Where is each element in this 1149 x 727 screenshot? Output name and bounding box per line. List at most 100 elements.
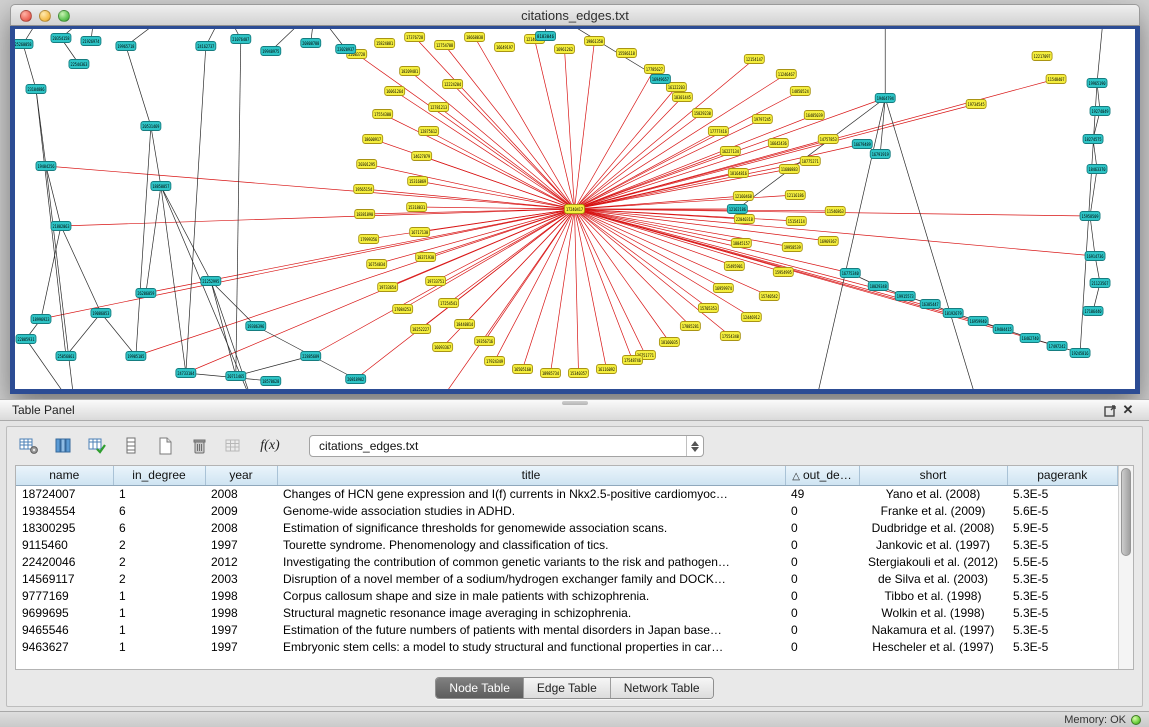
- graph-edge[interactable]: [356, 209, 575, 379]
- graph-node[interactable]: 18301445: [672, 93, 692, 102]
- graph-edge[interactable]: [186, 46, 206, 373]
- graph-edge[interactable]: [449, 209, 575, 303]
- graph-node[interactable]: 15824081: [375, 39, 395, 48]
- graph-node[interactable]: 19905105: [126, 352, 146, 361]
- graph-node[interactable]: 15705353: [698, 304, 718, 313]
- table-row[interactable]: 946362711997Embryonic stem cells: a mode…: [16, 638, 1118, 655]
- column-header-title[interactable]: title: [277, 466, 785, 485]
- graph-node[interactable]: 25260058: [15, 40, 33, 49]
- graph-node[interactable]: 19965190: [1087, 79, 1107, 88]
- graph-node[interactable]: 21252995: [201, 277, 221, 286]
- graph-node[interactable]: 20808788: [301, 39, 321, 48]
- graph-edge[interactable]: [885, 98, 979, 389]
- graph-node[interactable]: 18996923: [31, 315, 51, 324]
- graph-node[interactable]: 19948975: [261, 47, 281, 56]
- graph-node[interactable]: 17554300: [373, 110, 393, 119]
- table-row[interactable]: 1830029562008Estimation of significance …: [16, 519, 1118, 536]
- graph-edge[interactable]: [575, 209, 731, 336]
- graph-node[interactable]: 16959940: [968, 317, 988, 326]
- tab-network-table[interactable]: Network Table: [610, 678, 713, 698]
- graph-node[interactable]: 11548407: [1046, 75, 1066, 84]
- graph-edge[interactable]: [23, 44, 36, 89]
- graph-node[interactable]: 24162737: [196, 42, 216, 51]
- table-row[interactable]: 969969511998Structural magnetic resonanc…: [16, 604, 1118, 621]
- graph-edge[interactable]: [61, 209, 575, 226]
- graph-node[interactable]: 15954995: [773, 268, 793, 277]
- graph-node[interactable]: 17548746: [622, 356, 642, 365]
- graph-edge[interactable]: [146, 186, 161, 293]
- graph-node[interactable]: 19086053: [91, 309, 111, 318]
- graph-edge[interactable]: [1097, 29, 1104, 83]
- graph-node[interactable]: 17254541: [439, 299, 459, 308]
- graph-node[interactable]: 16949657: [650, 75, 670, 84]
- graph-node[interactable]: 16227134: [720, 147, 740, 156]
- graph-edge[interactable]: [46, 166, 575, 209]
- graph-edge[interactable]: [161, 186, 211, 281]
- graph-edge[interactable]: [475, 37, 575, 209]
- graph-edge[interactable]: [41, 226, 61, 319]
- graph-node[interactable]: 16717130: [410, 228, 430, 237]
- graph-edge[interactable]: [383, 114, 575, 209]
- panel-resize-handle[interactable]: [562, 401, 588, 405]
- graph-edge[interactable]: [211, 281, 236, 376]
- table-disabled-button[interactable]: [221, 435, 245, 457]
- new-table-button[interactable]: [153, 435, 177, 457]
- graph-node[interactable]: 17106440: [1083, 307, 1103, 316]
- tab-node-table[interactable]: Node Table: [436, 678, 523, 698]
- graph-node[interactable]: 17777416: [708, 127, 728, 136]
- graph-node[interactable]: 18775271: [800, 157, 820, 166]
- graph-node[interactable]: 18463370: [1087, 165, 1107, 174]
- graph-node[interactable]: 12754708: [435, 41, 455, 50]
- graph-node[interactable]: 11246467: [776, 70, 796, 79]
- graph-node[interactable]: 19861350: [584, 37, 604, 46]
- graph-node[interactable]: 19797245: [752, 115, 772, 124]
- graph-node[interactable]: 18985734: [541, 369, 561, 378]
- column-header-out-degree[interactable]: △out_de…: [785, 466, 859, 485]
- graph-node[interactable]: 17885281: [680, 322, 700, 331]
- graph-edge[interactable]: [126, 46, 151, 126]
- graph-node[interactable]: 19958539: [782, 243, 802, 252]
- graph-node[interactable]: 15495901: [724, 262, 744, 271]
- graph-edge[interactable]: [66, 313, 101, 356]
- graph-node[interactable]: 19565154: [354, 185, 374, 194]
- graph-node[interactable]: 12162186: [727, 205, 747, 214]
- graph-edge[interactable]: [575, 209, 670, 342]
- graph-node[interactable]: 16116092: [596, 365, 616, 374]
- graph-edge[interactable]: [236, 39, 241, 376]
- table-select[interactable]: citations_edges.txt: [309, 435, 704, 457]
- graph-node[interactable]: 20354158: [51, 34, 71, 43]
- graph-node[interactable]: 19306396: [246, 322, 266, 331]
- graph-node[interactable]: 19733751: [426, 277, 446, 286]
- graph-edge[interactable]: [575, 41, 595, 209]
- graph-node[interactable]: 18440814: [455, 320, 475, 329]
- graph-node[interactable]: 19245816: [1070, 349, 1090, 358]
- graph-node[interactable]: 16505160: [513, 365, 533, 374]
- graph-node[interactable]: 20531469: [141, 122, 161, 131]
- graph-node[interactable]: 18570628: [261, 377, 281, 386]
- graph-node[interactable]: 18252227: [411, 325, 431, 334]
- graph-edge[interactable]: [575, 209, 709, 308]
- graph-node[interactable]: 21123567: [1090, 279, 1110, 288]
- graph-node[interactable]: 15740542: [759, 292, 779, 301]
- table-row[interactable]: 2242004622012Investigating the contribut…: [16, 553, 1118, 570]
- graph-node[interactable]: 14757853: [818, 135, 838, 144]
- graph-node[interactable]: 16061264: [385, 87, 405, 96]
- graph-node[interactable]: 19356716: [475, 337, 495, 346]
- graph-edge[interactable]: [575, 209, 851, 273]
- row-height-button[interactable]: [119, 435, 143, 457]
- graph-node[interactable]: 17084253: [393, 305, 413, 314]
- graph-edge[interactable]: [575, 209, 579, 373]
- column-header-in-degree[interactable]: in_degree: [113, 466, 205, 485]
- graph-node[interactable]: 18209481: [400, 67, 420, 76]
- graph-node[interactable]: 16093367: [433, 343, 453, 352]
- table-row[interactable]: 1938455462009Genome-wide association stu…: [16, 502, 1118, 519]
- graph-node[interactable]: 14850524: [790, 87, 810, 96]
- graph-node[interactable]: 18668038: [465, 33, 485, 42]
- graph-edge[interactable]: [410, 71, 575, 209]
- close-panel-button[interactable]: ✕: [1119, 402, 1137, 418]
- graph-node[interactable]: 19915573: [895, 292, 915, 301]
- graph-node[interactable]: 18029348: [868, 282, 888, 291]
- graph-node[interactable]: 22005931: [16, 335, 36, 344]
- graph-node[interactable]: 19404415: [993, 325, 1013, 334]
- graph-edge[interactable]: [236, 356, 311, 376]
